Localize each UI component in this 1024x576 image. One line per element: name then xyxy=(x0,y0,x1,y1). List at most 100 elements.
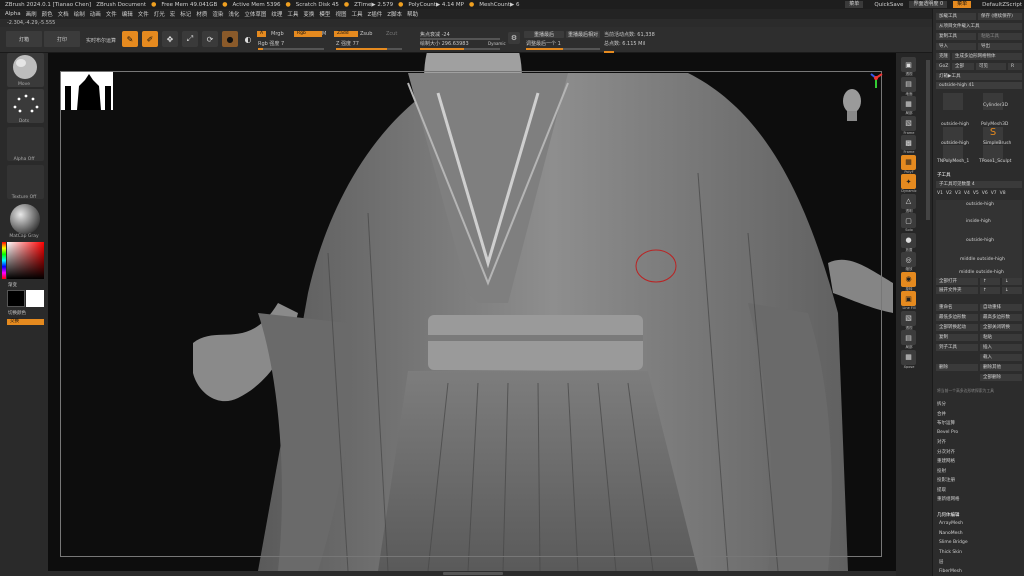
subtool-op-button[interactable]: ↑ xyxy=(980,278,1000,285)
quicksave-button[interactable]: QuickSave xyxy=(874,2,903,8)
replay-last-button[interactable]: 重播最后 xyxy=(524,31,564,38)
submenu-item[interactable]: 投影注册 xyxy=(937,477,955,483)
menu-item[interactable]: 浅化 xyxy=(228,10,239,18)
bottom-shelf-grip[interactable] xyxy=(443,572,503,575)
shelf-button[interactable]: ▦ xyxy=(901,154,916,170)
subtool-op-button[interactable]: 全部关闭转换 xyxy=(980,324,1022,331)
version-tab[interactable]: V4 xyxy=(964,191,970,196)
subtool-op-button[interactable]: 粘贴 xyxy=(980,334,1022,341)
subtool-item[interactable]: middle outside-high xyxy=(960,257,1005,262)
draw-icon[interactable]: ✐ xyxy=(142,31,158,47)
submenu-item[interactable]: 合并 xyxy=(937,411,946,417)
subtool-op-button[interactable]: ↑ xyxy=(980,287,1000,294)
shelf-button[interactable]: ● xyxy=(901,232,916,248)
menu-item[interactable]: 视图 xyxy=(335,10,346,18)
zadd-toggle[interactable]: Zadd xyxy=(334,31,358,37)
subtool-op-button[interactable]: 到子工具 xyxy=(936,344,978,351)
menu-item[interactable]: 文件 xyxy=(106,10,117,18)
subtool-item[interactable]: inside-high xyxy=(966,219,991,224)
menu-item[interactable]: 文档 xyxy=(58,10,69,18)
goz-visible-button[interactable]: 可见 xyxy=(976,63,1006,70)
scale-icon[interactable]: ⤢ xyxy=(182,31,198,47)
subtool-op-button[interactable]: 重命名 xyxy=(936,304,978,311)
menus-button[interactable]: 菜单 xyxy=(845,1,864,8)
subtool-op-button[interactable]: 载入 xyxy=(980,354,1022,361)
shelf-button[interactable]: ▣ xyxy=(901,291,916,306)
swap-button[interactable]: 交换 xyxy=(7,319,44,325)
subtool-op-button[interactable]: ↓ xyxy=(1002,287,1022,294)
adjust-last-slider[interactable] xyxy=(526,48,600,50)
m-toggle[interactable]: M xyxy=(322,31,326,37)
orientation-head-icon[interactable] xyxy=(838,85,866,123)
shelf-button[interactable]: ▦ xyxy=(901,96,916,111)
paste-tool-button[interactable]: 粘贴工具 xyxy=(978,33,1022,40)
subtool-op-button[interactable]: ↓ xyxy=(1002,278,1022,285)
load-tool-button[interactable]: 加载工具 xyxy=(936,13,976,20)
transparency-slider[interactable]: 界面透明度 0 xyxy=(909,1,948,8)
submenu-item[interactable]: 对齐 xyxy=(937,439,946,445)
copy-tool-button[interactable]: 复制工具 xyxy=(936,33,976,40)
version-tab[interactable]: V3 xyxy=(955,191,961,196)
submenu-item[interactable]: Bevel Pro xyxy=(937,430,958,435)
version-tab[interactable]: V8 xyxy=(1000,191,1006,196)
viewport-canvas[interactable] xyxy=(48,53,896,571)
geometry-item[interactable]: ArrayMesh xyxy=(939,521,963,526)
clone-button[interactable]: 克隆 xyxy=(936,53,950,60)
subtool-op-button[interactable]: 最高多边形数 xyxy=(980,314,1022,321)
alpha-thumbnail[interactable] xyxy=(7,127,44,161)
color-picker[interactable] xyxy=(7,242,44,279)
goz-button[interactable]: GoZ xyxy=(936,63,950,70)
subtool-header[interactable]: 子工具 xyxy=(937,172,951,178)
menu-item[interactable]: 宏 xyxy=(170,10,176,18)
mrgb-toggle[interactable]: Mrgb xyxy=(271,31,284,37)
subtool-list[interactable]: outside-high inside-high outside-high mi… xyxy=(936,200,1022,278)
a-toggle[interactable]: A xyxy=(257,31,267,37)
subtool-op-button[interactable]: 复制 xyxy=(936,334,978,341)
version-tab[interactable]: V7 xyxy=(991,191,997,196)
submenu-item[interactable]: 布尔运算 xyxy=(937,420,955,426)
goz-r-button[interactable]: R xyxy=(1008,63,1022,70)
menu-item[interactable]: 文件 xyxy=(138,10,149,18)
dynamic-toggle[interactable]: Dynamic xyxy=(488,41,506,46)
menu-toggle-button[interactable]: 菜单 xyxy=(953,1,972,8)
shelf-button[interactable]: ▧ xyxy=(901,310,916,326)
shelf-button[interactable]: ▦ xyxy=(901,349,916,365)
material-sphere-icon[interactable]: ● xyxy=(222,31,238,47)
geometry-item[interactable]: FiberMesh xyxy=(939,569,962,574)
live-boolean-button[interactable]: 实时布尔运算 xyxy=(86,37,116,44)
goz-all-button[interactable]: 全部 xyxy=(952,63,974,70)
menu-item[interactable]: Z插件 xyxy=(367,10,382,18)
make-polymesh-button[interactable]: 生成多边形网格物体 xyxy=(952,53,1022,60)
menu-item[interactable]: 工具 xyxy=(351,10,362,18)
secondary-color-swatch[interactable] xyxy=(26,290,44,307)
submenu-item[interactable]: 分次对齐 xyxy=(937,449,955,455)
switch-color-label[interactable]: 切换颜色 xyxy=(8,310,26,316)
subtool-op-button[interactable]: 插入 xyxy=(980,344,1022,351)
menu-item[interactable]: Z脚本 xyxy=(387,10,402,18)
geometry-item[interactable]: Slime Bridge xyxy=(939,540,968,545)
subtool-op-button[interactable]: 最低多边形数 xyxy=(936,314,978,321)
axis-gizmo-icon[interactable] xyxy=(868,70,884,92)
subtool-item[interactable]: outside-high xyxy=(966,202,994,207)
zcut-toggle[interactable]: Zcut xyxy=(386,31,397,37)
move-icon[interactable]: ✥ xyxy=(162,31,178,47)
replay-last-relative-button[interactable]: 重播最后相对 xyxy=(566,31,600,38)
submenu-item[interactable]: 重建网格 xyxy=(937,458,955,464)
zscript-label[interactable]: DefaultZScript xyxy=(982,2,1022,8)
edit-icon[interactable]: ✎ xyxy=(122,31,138,47)
version-tab[interactable]: V1 xyxy=(937,191,943,196)
menu-item[interactable]: 工具 xyxy=(287,10,298,18)
shelf-button[interactable]: ✦ xyxy=(901,174,916,189)
submenu-item[interactable]: 拆分 xyxy=(937,401,946,407)
version-tab[interactable]: V2 xyxy=(946,191,952,196)
menu-item[interactable]: 帮助 xyxy=(407,10,418,18)
menu-item[interactable]: 颜色 xyxy=(42,10,53,18)
shelf-button[interactable]: △ xyxy=(901,193,916,209)
subtool-op-button[interactable]: 全部转换起动 xyxy=(936,324,978,331)
import-button[interactable]: 导入 xyxy=(936,43,976,50)
load-from-project-button[interactable]: 从项目文件载入工具 xyxy=(936,23,1022,30)
menu-item[interactable]: 立体草图 xyxy=(244,10,266,18)
version-tab[interactable]: V5 xyxy=(973,191,979,196)
lightbox-tools-button[interactable]: 灯箱▶工具 xyxy=(936,73,1022,80)
rgb-toggle[interactable]: Rgb xyxy=(294,31,322,37)
